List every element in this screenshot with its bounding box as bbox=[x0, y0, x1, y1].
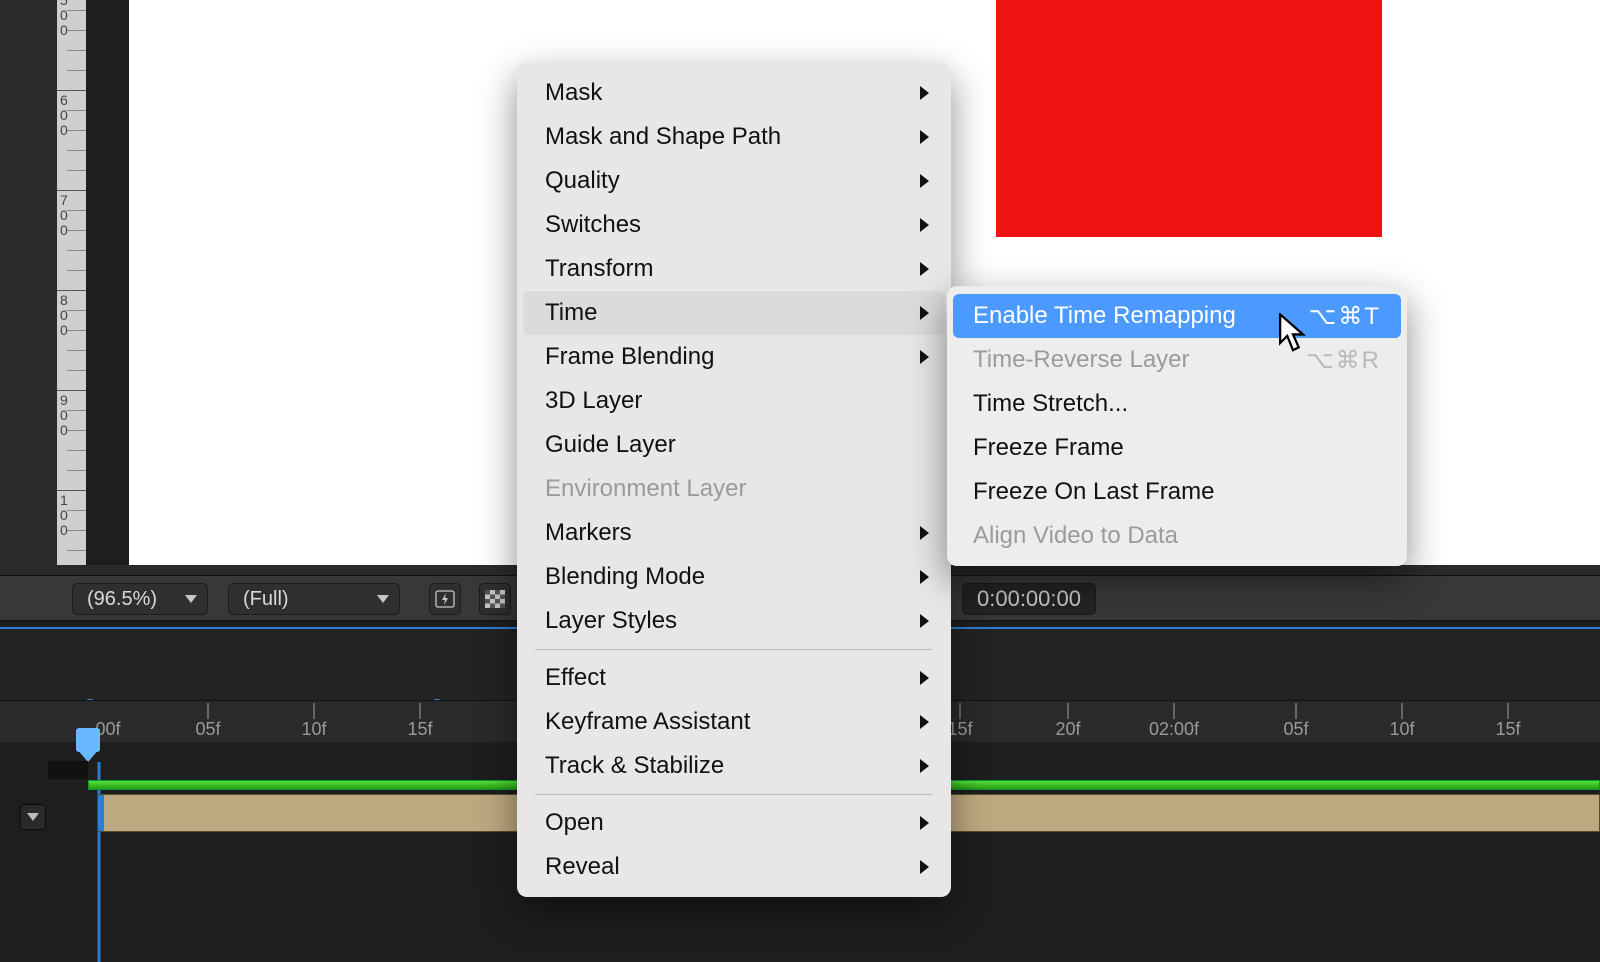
chevron-down-icon bbox=[27, 813, 39, 821]
ruler-minor-tick bbox=[67, 510, 86, 511]
ruler-minor-tick bbox=[67, 430, 86, 431]
ruler-major-tick: 900 bbox=[57, 390, 86, 391]
resolution-value: (Full) bbox=[243, 588, 289, 611]
submenu-item-label: Time-Reverse Layer bbox=[973, 346, 1190, 374]
ruler-minor-tick bbox=[67, 110, 86, 111]
ruler-minor-tick bbox=[67, 550, 86, 551]
chevron-down-icon bbox=[185, 595, 197, 603]
ruler-minor-tick bbox=[67, 10, 86, 11]
vertical-ruler: 500600700800900100 bbox=[57, 0, 86, 565]
ruler-minor-tick bbox=[67, 270, 86, 271]
ruler-minor-tick bbox=[67, 150, 86, 151]
keyboard-shortcut: ⌥⌘R bbox=[1306, 346, 1381, 375]
menu-item-open[interactable]: Open bbox=[523, 801, 945, 845]
ruler-major-tick: 700 bbox=[57, 190, 86, 191]
ruler-minor-tick bbox=[67, 450, 86, 451]
current-time-display[interactable]: 0:00:00:00 bbox=[962, 583, 1096, 615]
menu-item-env: Environment Layer bbox=[523, 467, 945, 511]
submenu-item-label: Freeze On Last Frame bbox=[973, 478, 1214, 506]
menu-item-markers[interactable]: Markers bbox=[523, 511, 945, 555]
menu-item-3d[interactable]: 3D Layer bbox=[523, 379, 945, 423]
submenu-item-stretch[interactable]: Time Stretch... bbox=[953, 382, 1401, 426]
ruler-minor-tick bbox=[67, 350, 86, 351]
ruler-minor-tick bbox=[67, 310, 86, 311]
checker-icon bbox=[485, 590, 505, 608]
submenu-item-freezelast[interactable]: Freeze On Last Frame bbox=[953, 470, 1401, 514]
submenu-item-label: Align Video to Data bbox=[973, 522, 1178, 550]
submenu-item-remap[interactable]: Enable Time Remapping ⌥⌘T bbox=[953, 294, 1401, 338]
submenu-item-label: Enable Time Remapping bbox=[973, 302, 1236, 330]
menu-item-guide[interactable]: Guide Layer bbox=[523, 423, 945, 467]
transparency-grid-button[interactable] bbox=[479, 583, 511, 615]
fast-preview-button[interactable] bbox=[429, 583, 461, 615]
ruler-minor-tick bbox=[67, 210, 86, 211]
submenu-item-freeze[interactable]: Freeze Frame bbox=[953, 426, 1401, 470]
menu-item-frameblend[interactable]: Frame Blending bbox=[523, 335, 945, 379]
playhead-line bbox=[98, 762, 101, 962]
menu-item-time[interactable]: Time bbox=[523, 291, 945, 335]
ruler-major-tick: 800 bbox=[57, 290, 86, 291]
expand-layers-button[interactable] bbox=[20, 804, 46, 830]
ruler-minor-tick bbox=[67, 330, 86, 331]
submenu-item-label: Time Stretch... bbox=[973, 390, 1128, 418]
chevron-down-icon bbox=[377, 595, 389, 603]
red-shape-layer[interactable] bbox=[996, 0, 1382, 237]
menu-separator bbox=[535, 649, 933, 650]
menu-item-reveal[interactable]: Reveal bbox=[523, 845, 945, 889]
submenu-item-align: Align Video to Data bbox=[953, 514, 1401, 558]
submenu-item-reverse: Time-Reverse Layer ⌥⌘R bbox=[953, 338, 1401, 382]
ruler-minor-tick bbox=[67, 230, 86, 231]
timecode-value: 0:00:00:00 bbox=[977, 586, 1081, 612]
ruler-minor-tick bbox=[67, 30, 86, 31]
ruler-minor-tick bbox=[67, 370, 86, 371]
left-gutter bbox=[0, 0, 57, 565]
menu-item-track[interactable]: Track & Stabilize bbox=[523, 744, 945, 788]
layer-context-menu[interactable]: MaskMask and Shape PathQualitySwitchesTr… bbox=[517, 63, 951, 897]
menu-item-blend[interactable]: Blending Mode bbox=[523, 555, 945, 599]
ruler-minor-tick bbox=[67, 130, 86, 131]
ruler-minor-tick bbox=[67, 170, 86, 171]
menu-item-quality[interactable]: Quality bbox=[523, 159, 945, 203]
keyboard-shortcut: ⌥⌘T bbox=[1309, 302, 1381, 331]
layer-in-handle[interactable] bbox=[98, 795, 158, 831]
lightning-frame-icon bbox=[435, 590, 455, 608]
time-submenu[interactable]: Enable Time Remapping ⌥⌘T Time-Reverse Lay… bbox=[947, 286, 1407, 566]
menu-item-switches[interactable]: Switches bbox=[523, 203, 945, 247]
ruler-minor-tick bbox=[67, 250, 86, 251]
menu-item-effect[interactable]: Effect bbox=[523, 656, 945, 700]
ruler-minor-tick bbox=[67, 410, 86, 411]
menu-item-maskshape[interactable]: Mask and Shape Path bbox=[523, 115, 945, 159]
ruler-minor-tick bbox=[67, 470, 86, 471]
submenu-item-label: Freeze Frame bbox=[973, 434, 1124, 462]
ruler-minor-tick bbox=[67, 50, 86, 51]
menu-item-styles[interactable]: Layer Styles bbox=[523, 599, 945, 643]
layer-switch-cell[interactable] bbox=[48, 761, 88, 779]
resolution-dropdown[interactable]: (Full) bbox=[228, 583, 400, 615]
zoom-dropdown[interactable]: (96.5%) bbox=[72, 583, 208, 615]
ruler-minor-tick bbox=[67, 70, 86, 71]
ruler-major-tick: 600 bbox=[57, 90, 86, 91]
zoom-value: (96.5%) bbox=[87, 588, 157, 611]
menu-item-kfa[interactable]: Keyframe Assistant bbox=[523, 700, 945, 744]
menu-separator bbox=[535, 794, 933, 795]
ruler-minor-tick bbox=[67, 530, 86, 531]
ruler-major-tick: 100 bbox=[57, 490, 86, 491]
menu-item-mask[interactable]: Mask bbox=[523, 71, 945, 115]
menu-item-transform[interactable]: Transform bbox=[523, 247, 945, 291]
